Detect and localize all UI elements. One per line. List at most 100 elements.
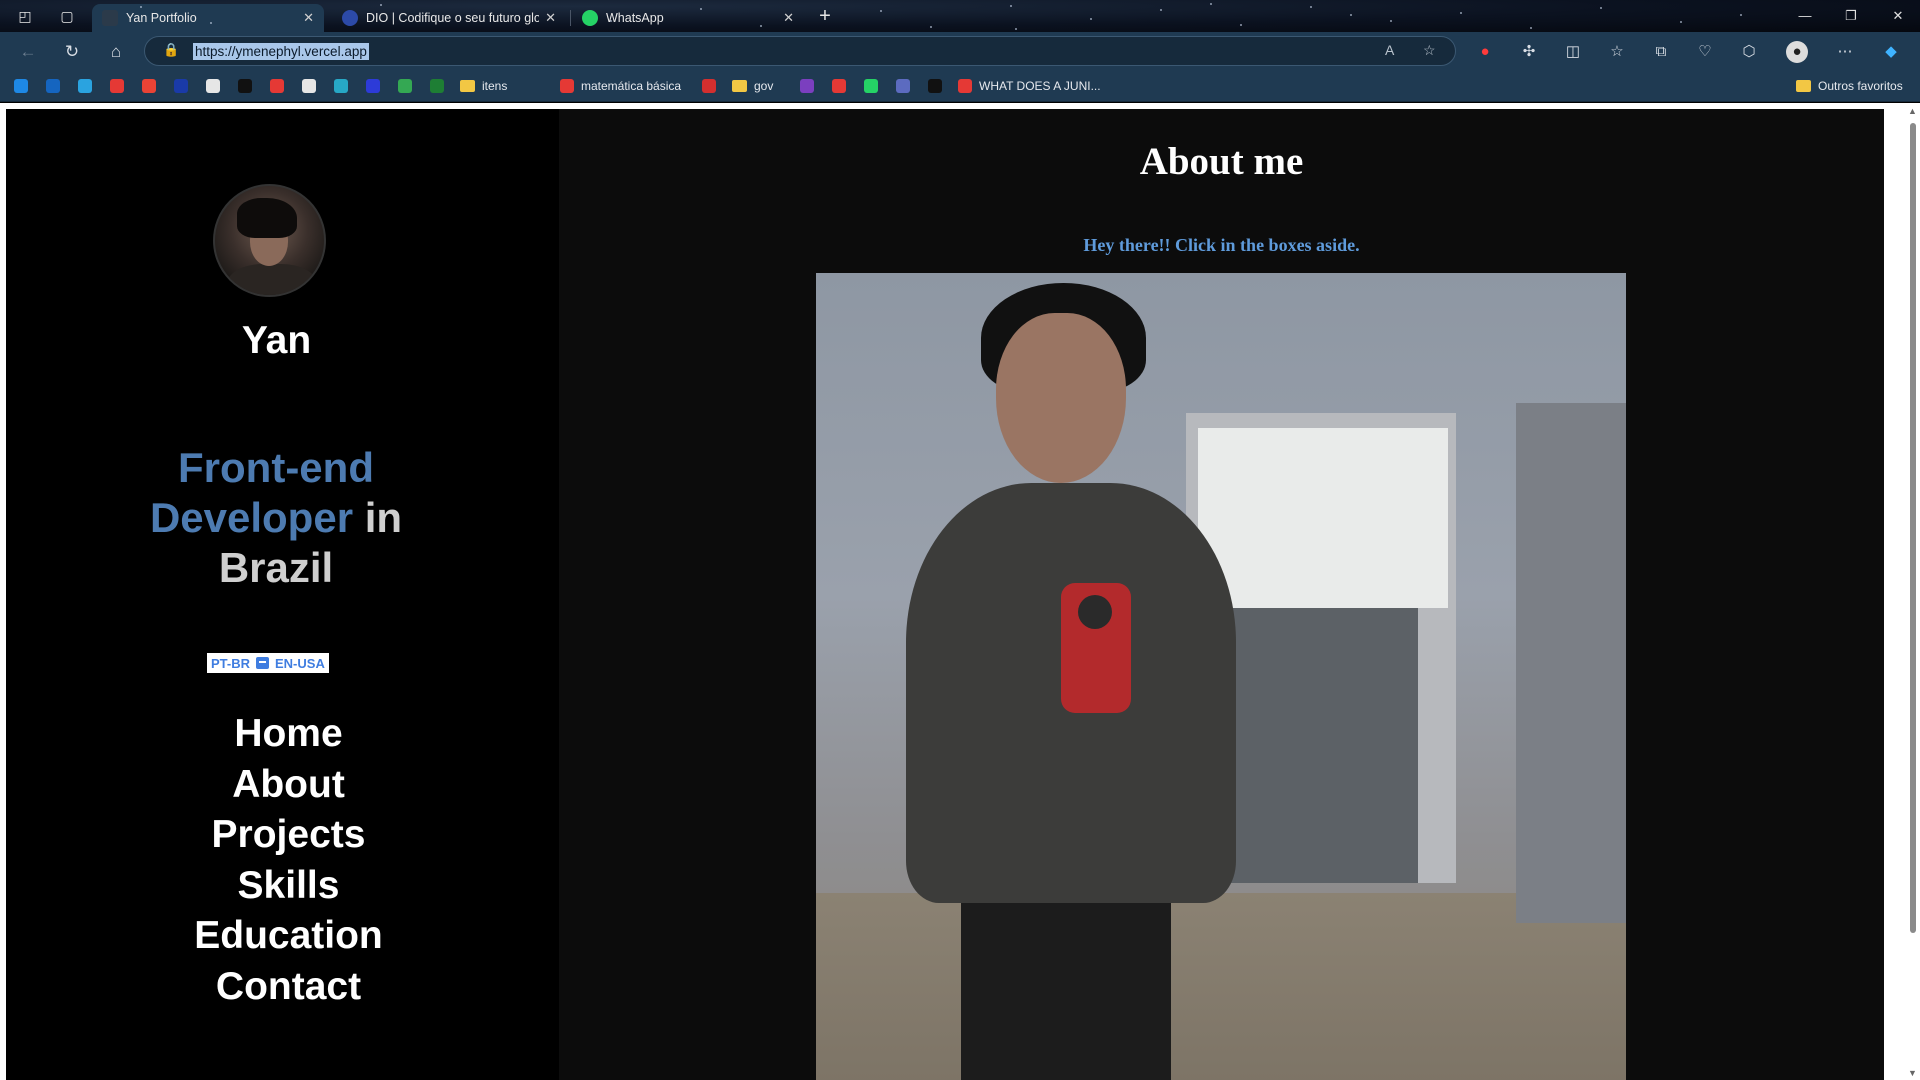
scroll-down-icon[interactable]: ▼ (1908, 1068, 1917, 1078)
switch-icon[interactable] (256, 657, 269, 669)
tab-dio[interactable]: DIO | Codifique o seu futuro glo ✕ (332, 4, 566, 32)
star-decoration (1530, 27, 1532, 29)
menu-item-projects[interactable]: Projects (6, 810, 571, 861)
home-icon[interactable]: ⌂ (104, 40, 128, 64)
extension-red-icon[interactable]: ● (1474, 41, 1496, 63)
bookmark-favicon-icon (832, 79, 846, 93)
bookmark-item[interactable] (142, 77, 156, 95)
split-screen-icon[interactable]: ◫ (1562, 41, 1584, 63)
bookmark-favicon-icon (46, 79, 60, 93)
star-decoration (610, 20, 612, 22)
profile-photo (816, 273, 1626, 1080)
menu-item-skills[interactable]: Skills (6, 861, 571, 912)
back-icon[interactable]: ← (16, 40, 40, 64)
bookmark-item[interactable] (366, 77, 380, 95)
workspaces-icon[interactable]: ◰ (15, 6, 35, 26)
extensions-icon[interactable]: ✣ (1518, 41, 1540, 63)
star-decoration (1090, 18, 1092, 20)
bookmark-item[interactable] (174, 77, 188, 95)
tagline-country: Brazil (218, 544, 334, 591)
bookmark-item[interactable] (334, 77, 348, 95)
performance-icon[interactable]: ♡ (1694, 41, 1716, 63)
scroll-up-icon[interactable]: ▲ (1908, 106, 1917, 116)
star-decoration (1600, 7, 1602, 9)
new-tab-icon[interactable]: + (815, 6, 835, 26)
tab-separator (570, 10, 571, 26)
address-bar[interactable]: 🔒 https://ymenephyl.vercel.app A ☆ (144, 36, 1456, 66)
copilot-icon[interactable]: ◆ (1880, 41, 1902, 63)
bookmark-item[interactable] (800, 77, 814, 95)
language-toggle[interactable]: PT-BR EN-USA (207, 653, 329, 673)
avatar-body (227, 264, 317, 295)
photo-head (996, 313, 1126, 483)
other-favorites-folder[interactable]: Outros favoritos (1796, 77, 1903, 95)
lock-icon[interactable]: 🔒 (163, 42, 179, 58)
other-favorites-label: Outros favoritos (1818, 79, 1903, 93)
browser-toolbar: ← ↻ ⌂ 🔒 https://ymenephyl.vercel.app A ☆… (0, 32, 1920, 70)
favorites-icon[interactable]: ☆ (1606, 41, 1628, 63)
bookmark-item[interactable] (928, 77, 942, 95)
lang-enusa[interactable]: EN-USA (275, 656, 325, 671)
bookmark-item[interactable] (46, 77, 60, 95)
bookmark-item[interactable] (270, 77, 284, 95)
star-decoration (1240, 24, 1242, 26)
bookmark-label: itens (482, 79, 508, 93)
star-decoration (1160, 9, 1162, 11)
bookmark-folder[interactable]: itens (460, 77, 507, 95)
menu-item-home[interactable]: Home (6, 709, 571, 760)
bookmark-item[interactable] (302, 77, 316, 95)
bookmark-item[interactable] (832, 77, 846, 95)
bookmark-item[interactable]: matemática básica (560, 77, 681, 95)
tab-whatsapp[interactable]: WhatsApp ✕ (572, 4, 804, 32)
page-viewport: Yan Front-end Developer in Brazil PT-BR … (0, 103, 1920, 1080)
menu-item-contact[interactable]: Contact (6, 962, 571, 1013)
bookmark-favicon-icon (560, 79, 574, 93)
star-decoration (210, 22, 212, 24)
close-icon[interactable]: ✕ (783, 10, 794, 26)
star-decoration (1210, 3, 1212, 5)
more-menu-icon[interactable]: ⋯ (1834, 41, 1856, 63)
bookmark-item[interactable]: WHAT DOES A JUNI... (958, 77, 1101, 95)
tab-actions-icon[interactable]: ▢ (57, 6, 77, 26)
collections-icon[interactable]: ⧉ (1650, 41, 1672, 63)
menu-item-education[interactable]: Education (6, 911, 571, 962)
read-aloud-icon[interactable]: A (1385, 42, 1394, 58)
star-decoration (380, 4, 382, 6)
bookmark-item[interactable] (398, 77, 412, 95)
bookmark-item[interactable] (864, 77, 878, 95)
url-text[interactable]: https://ymenephyl.vercel.app (193, 43, 369, 60)
tab-yan-portfolio[interactable]: Yan Portfolio ✕ (92, 4, 324, 32)
refresh-icon[interactable]: ↻ (60, 40, 84, 64)
bookmark-item[interactable] (14, 77, 28, 95)
close-icon[interactable]: ✕ (303, 10, 314, 26)
minimize-icon[interactable]: — (1785, 4, 1825, 28)
restore-icon[interactable]: ❐ (1831, 4, 1871, 28)
lang-ptbr[interactable]: PT-BR (211, 656, 250, 671)
star-decoration (1680, 21, 1682, 23)
bookmark-item[interactable] (238, 77, 252, 95)
close-icon[interactable]: ✕ (545, 10, 556, 26)
bookmark-item[interactable] (78, 77, 92, 95)
star-decoration (1460, 12, 1462, 14)
browser-essentials-icon[interactable]: ⬡ (1738, 41, 1760, 63)
menu-item-about[interactable]: About (6, 760, 571, 811)
star-decoration (700, 8, 702, 10)
bookmark-item[interactable] (702, 77, 716, 95)
bookmark-item[interactable] (206, 77, 220, 95)
page-title: About me (1139, 140, 1304, 183)
tab-title: WhatsApp (606, 11, 664, 25)
star-decoration (880, 10, 882, 12)
window-close-icon[interactable]: ✕ (1878, 4, 1918, 28)
tab-favicon (342, 10, 358, 26)
tagline-in: in (353, 494, 403, 541)
page-scrollbar[interactable]: ▲ ▼ (1906, 103, 1920, 1080)
bookmark-item[interactable] (110, 77, 124, 95)
bookmark-folder[interactable]: gov (732, 77, 773, 95)
scrollbar-thumb[interactable] (1910, 123, 1916, 933)
profile-avatar-icon[interactable]: ● (1786, 41, 1808, 63)
bookmark-item[interactable] (430, 77, 444, 95)
bookmark-favicon-icon (270, 79, 284, 93)
favorite-star-icon[interactable]: ☆ (1423, 42, 1436, 59)
profile-name: Yan (241, 319, 312, 362)
bookmark-item[interactable] (896, 77, 910, 95)
